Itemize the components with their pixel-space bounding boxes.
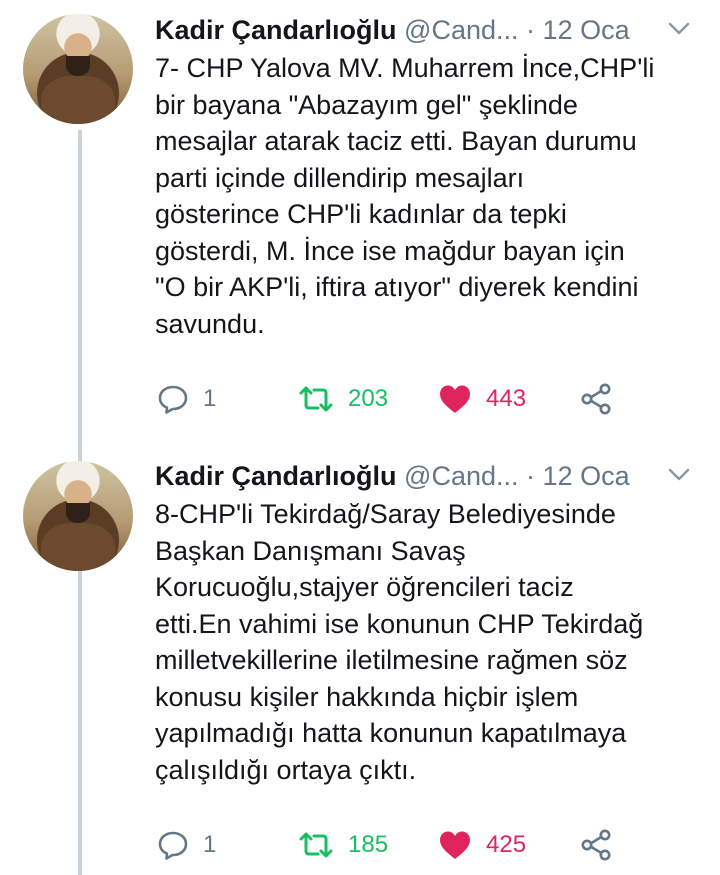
- tweet-actions: 1 185 425: [155, 825, 625, 865]
- tweet-text: 7- CHP Yalova MV. Muharrem İnce,CHP'li b…: [155, 50, 700, 342]
- retweet-count: 185: [348, 831, 389, 858]
- tweet-2[interactable]: Kadir Çandarlıoğlu @Cand... · 12 Oca 8-C…: [0, 445, 720, 875]
- reply-button[interactable]: 1: [157, 379, 216, 419]
- tweet-text-line: parti içinde dillendirip mesajları: [155, 162, 525, 193]
- avatar[interactable]: [23, 14, 133, 124]
- author-handle[interactable]: @Cand...: [404, 461, 518, 491]
- reply-button[interactable]: 1: [157, 825, 216, 865]
- author-handle[interactable]: @Cand...: [404, 15, 518, 45]
- tweet-text-line: savundu.: [155, 308, 265, 339]
- heart-icon: [440, 385, 470, 413]
- tweet-text-line: Başkan Danışmanı Savaş: [155, 535, 466, 566]
- tweet-text-line: çalışıldığı ortaya çıktı.: [155, 754, 417, 785]
- tweet-text-line: Korucuoğlu,stajyer öğrencileri taciz: [155, 572, 574, 602]
- chevron-down-icon[interactable]: [668, 467, 690, 483]
- retweet-icon: [299, 386, 333, 412]
- share-button[interactable]: [580, 379, 612, 419]
- tweet-actions: 1 203 443: [155, 379, 625, 419]
- reply-count: 1: [203, 385, 217, 412]
- like-count: 443: [486, 385, 527, 412]
- retweet-count: 203: [348, 385, 389, 412]
- tweet-text-line: milletvekillerine iletilmesine rağmen sö…: [155, 645, 628, 675]
- tweet-header: Kadir Çandarlıoğlu @Cand... · 12 Oca: [155, 458, 630, 494]
- reply-count: 1: [203, 831, 217, 858]
- like-button[interactable]: 443: [438, 379, 526, 419]
- tweet-text-line: etti.En vahimi ise konunun CHP Tekirdağ: [155, 608, 644, 639]
- author-name[interactable]: Kadir Çandarlıoğlu: [155, 15, 397, 45]
- separator-dot: ·: [526, 461, 536, 491]
- timestamp[interactable]: 12 Oca: [543, 461, 630, 491]
- heart-icon: [440, 831, 470, 859]
- reply-icon: [158, 385, 188, 414]
- retweet-button[interactable]: 203: [298, 379, 388, 419]
- tweet-text-line: bir bayana "Abazayım gel" şeklinde: [155, 89, 578, 120]
- tweet-text-line: gösterince CHP'li kadınlar da tepki: [155, 199, 567, 229]
- share-button[interactable]: [580, 825, 612, 865]
- avatar[interactable]: [23, 461, 133, 571]
- share-icon: [581, 829, 611, 861]
- chevron-down-icon[interactable]: [668, 21, 690, 37]
- retweet-button[interactable]: 185: [298, 825, 388, 865]
- reply-icon: [158, 831, 188, 860]
- tweet-text-line: gösterdi, M. İnce ise mağdur bayan için: [155, 235, 625, 266]
- tweet-text-line: "O bir AKP'li, iftira atıyor" diyerek ke…: [155, 272, 639, 302]
- like-button[interactable]: 425: [438, 825, 526, 865]
- share-icon: [581, 383, 611, 415]
- tweet-1[interactable]: Kadir Çandarlıoğlu @Cand... · 12 Oca 7- …: [0, 0, 720, 445]
- tweet-text-line: 8-CHP'li Tekirdağ/Saray Belediyesinde: [155, 499, 616, 529]
- tweet-header: Kadir Çandarlıoğlu @Cand... · 12 Oca: [155, 12, 630, 48]
- tweet-text-line: mesajlar atarak taciz etti. Bayan durumu: [155, 126, 637, 156]
- author-name[interactable]: Kadir Çandarlıoğlu: [155, 461, 397, 491]
- tweet-text: 8-CHP'li Tekirdağ/Saray Belediyesinde Ba…: [155, 496, 700, 788]
- tweet-text-line: konusu kişiler hakkında hiçbir işlem: [155, 681, 579, 712]
- timestamp[interactable]: 12 Oca: [543, 15, 630, 45]
- tweet-text-line: 7- CHP Yalova MV. Muharrem İnce,CHP'li: [155, 53, 655, 83]
- tweet-text-line: yapılmadığı hatta konunun kapatılmaya: [155, 718, 627, 748]
- like-count: 425: [486, 831, 527, 858]
- separator-dot: ·: [526, 15, 536, 45]
- retweet-icon: [299, 832, 333, 858]
